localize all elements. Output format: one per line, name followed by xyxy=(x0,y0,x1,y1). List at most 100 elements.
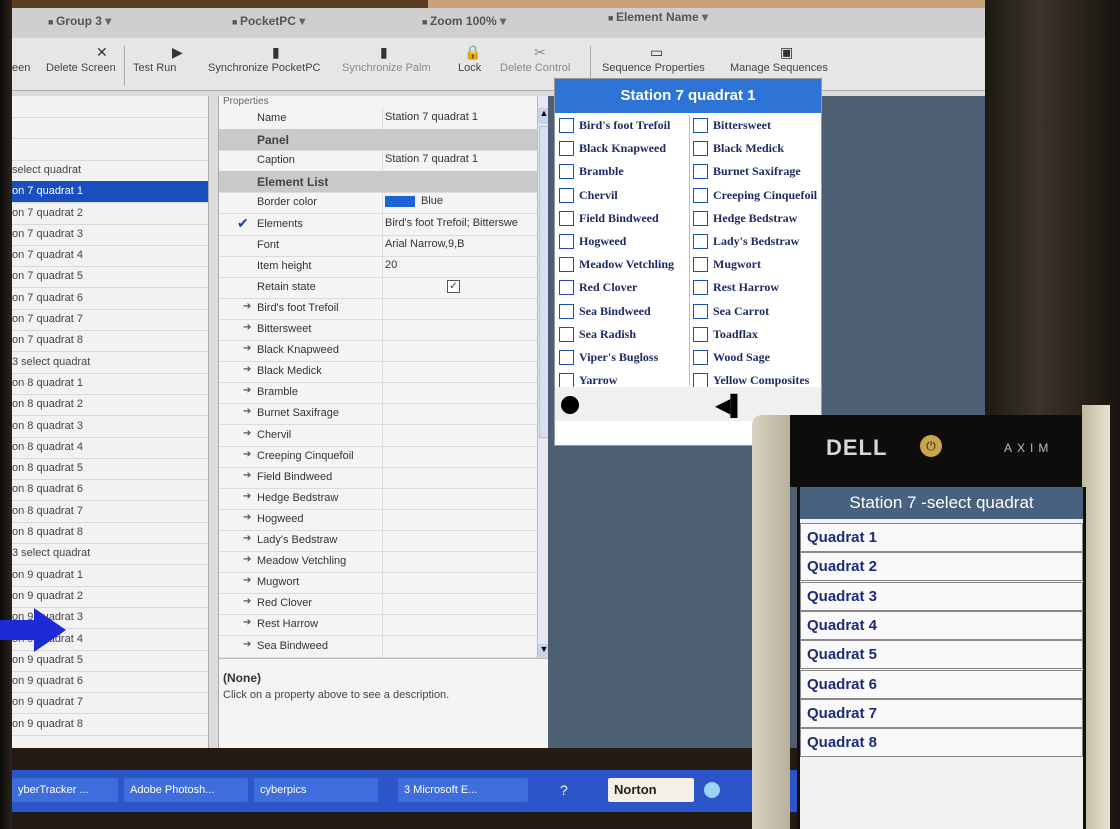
checkbox-box[interactable] xyxy=(693,210,708,226)
screen-list-item[interactable]: on 9 quadrat 5 xyxy=(12,650,208,672)
checkbox-box[interactable] xyxy=(559,280,574,296)
property-value[interactable]: Blue xyxy=(385,195,535,207)
checkbox-box[interactable] xyxy=(559,210,574,226)
quadrat-item[interactable]: Quadrat 6 xyxy=(800,669,1083,699)
screen-list-item[interactable]: on 9 quadrat 2 xyxy=(12,586,208,608)
checkbox-box[interactable] xyxy=(559,350,574,365)
property-value[interactable]: Station 7 quadrat 1 xyxy=(385,111,535,123)
property-value[interactable]: 20 xyxy=(385,259,535,271)
species-checkbox[interactable]: Red Clover xyxy=(559,277,689,299)
property-row[interactable]: ✔ Elements Bird's foot Trefoil; Bitterswe xyxy=(219,213,537,236)
species-checkbox[interactable]: Burnet Saxifrage xyxy=(693,161,823,183)
property-row[interactable]: ➔ Field Bindweed xyxy=(219,466,537,489)
species-checkbox[interactable]: Wood Sage xyxy=(693,347,823,369)
property-row[interactable]: Item height 20 xyxy=(219,255,537,278)
back-icon[interactable]: ◀▌ xyxy=(715,393,745,418)
species-checkbox[interactable]: Black Knapweed xyxy=(559,138,689,160)
property-row[interactable]: ➔ Lady's Bedstraw xyxy=(219,530,537,552)
quadrat-item[interactable]: Quadrat 7 xyxy=(800,698,1083,728)
taskbar-excel[interactable]: 3 Microsoft E... xyxy=(398,778,528,802)
property-row[interactable]: ➔ Chervil xyxy=(219,424,537,447)
screen-list-item[interactable]: on 8 quadrat 3 xyxy=(12,416,208,438)
screen-list-item[interactable]: on 7 quadrat 8 xyxy=(12,330,208,353)
checkbox-box[interactable] xyxy=(693,350,708,365)
element-name-dropdown[interactable]: Element Name xyxy=(608,10,708,24)
property-row[interactable]: ➔ Bittersweet xyxy=(219,319,537,341)
quadrat-item[interactable]: Quadrat 8 xyxy=(800,728,1083,758)
property-row[interactable]: ➔ Sea Bindweed xyxy=(219,635,537,658)
checkbox-box[interactable] xyxy=(693,373,708,389)
species-checkbox[interactable]: Sea Carrot xyxy=(693,301,823,323)
quadrat-item[interactable]: Quadrat 3 xyxy=(800,581,1083,611)
checkbox-box[interactable] xyxy=(559,373,574,389)
species-checkbox[interactable]: Viper's Bugloss xyxy=(559,347,689,369)
species-checkbox[interactable]: Lady's Bedstraw xyxy=(693,231,823,253)
property-category[interactable]: Element List xyxy=(219,171,537,194)
property-row[interactable]: ➔ Bird's foot Trefoil xyxy=(219,297,537,320)
checkbox-box[interactable] xyxy=(559,326,574,342)
species-checkbox[interactable]: Rest Harrow xyxy=(693,277,823,299)
screen-list-item[interactable]: on 7 quadrat 2 xyxy=(12,203,208,225)
checkbox-box[interactable] xyxy=(559,187,574,203)
property-row[interactable]: Name Station 7 quadrat 1 xyxy=(219,108,537,130)
screen-list-item[interactable]: on 7 quadrat 6 xyxy=(12,288,208,310)
power-icon[interactable]: ⏻ xyxy=(920,435,942,457)
tray-icon[interactable] xyxy=(704,782,720,798)
delete-control-button[interactable]: Delete Control xyxy=(500,62,570,74)
property-value[interactable]: ✓ xyxy=(385,279,535,293)
screen-list-item[interactable]: on 8 quadrat 5 xyxy=(12,458,208,481)
checkbox-box[interactable] xyxy=(559,303,574,319)
property-category[interactable]: Panel xyxy=(219,129,537,152)
screen-list-item[interactable]: on 8 quadrat 7 xyxy=(12,501,208,523)
checkbox-box[interactable] xyxy=(559,141,574,157)
checkbox-box[interactable] xyxy=(693,234,708,249)
group-dropdown[interactable]: Group 3 xyxy=(48,14,111,28)
screen-list-item[interactable]: 3 select quadrat xyxy=(12,543,208,566)
taskbar-photoshop[interactable]: Adobe Photosh... xyxy=(124,778,248,802)
screen-list-item[interactable]: on 9 quadrat 6 xyxy=(12,671,208,694)
checkbox-box[interactable] xyxy=(693,326,708,342)
retain-state-checkbox[interactable]: ✓ xyxy=(447,279,460,293)
property-row[interactable]: ➔ Hedge Bedstraw xyxy=(219,487,537,510)
test-run-button[interactable]: Test Run xyxy=(133,62,176,74)
quadrat-item[interactable]: Quadrat 5 xyxy=(800,640,1083,670)
property-row[interactable]: ➔ Bramble xyxy=(219,382,537,405)
property-row[interactable]: Font Arial Narrow,9,B xyxy=(219,234,537,257)
species-checkbox[interactable]: Toadflax xyxy=(693,324,823,346)
screen-list-item[interactable]: on 7 quadrat 5 xyxy=(12,266,208,289)
quadrat-item[interactable]: Quadrat 1 xyxy=(800,523,1083,552)
property-row[interactable]: ➔ Mugwort xyxy=(219,572,537,595)
checkbox-box[interactable] xyxy=(693,164,708,180)
property-row[interactable]: ➔ Black Knapweed xyxy=(219,340,537,363)
checkbox-box[interactable] xyxy=(693,257,708,273)
screen-list-item[interactable]: on 9 quadrat 8 xyxy=(12,714,208,736)
species-checkbox[interactable]: Field Bindweed xyxy=(559,208,689,230)
screen-list-item[interactable] xyxy=(12,139,208,161)
species-checkbox[interactable]: Bird's foot Trefoil xyxy=(559,115,689,137)
property-value[interactable]: Arial Narrow,9,B xyxy=(385,238,535,250)
species-checkbox[interactable]: Sea Bindweed xyxy=(559,301,689,323)
species-checkbox[interactable]: Hogweed xyxy=(559,231,689,253)
checkbox-box[interactable] xyxy=(559,164,574,180)
checkbox-box[interactable] xyxy=(559,257,574,273)
property-row[interactable]: ➔ Hogweed xyxy=(219,508,537,531)
taskbar-norton[interactable]: Norton xyxy=(608,778,694,802)
property-row[interactable]: ➔ Burnet Saxifrage xyxy=(219,403,537,426)
checkbox-box[interactable] xyxy=(559,234,574,249)
screen-list-item[interactable]: on 9 quadrat 7 xyxy=(12,692,208,715)
checkbox-box[interactable] xyxy=(693,303,708,319)
property-value[interactable]: Station 7 quadrat 1 xyxy=(385,153,535,165)
species-checkbox[interactable]: Bittersweet xyxy=(693,115,823,137)
screen-list-item[interactable]: on 7 quadrat 3 xyxy=(12,224,208,246)
delete-screen-button[interactable]: Delete Screen xyxy=(46,62,116,74)
screen-list-item[interactable]: 3 select quadrat xyxy=(12,352,208,374)
checkbox-box[interactable] xyxy=(693,280,708,296)
screen-list-item[interactable]: on 8 quadrat 6 xyxy=(12,479,208,502)
property-row[interactable]: ➔ Rest Harrow xyxy=(219,614,537,637)
taskbar-cybertracker[interactable]: yberTracker ... xyxy=(12,778,118,802)
screen-list-item[interactable] xyxy=(12,96,208,118)
species-checkbox[interactable]: Bramble xyxy=(559,161,689,183)
screen-list-item[interactable]: on 7 quadrat 4 xyxy=(12,245,208,268)
property-row[interactable]: ➔ Meadow Vetchling xyxy=(219,551,537,574)
lock-button[interactable]: Lock xyxy=(458,62,481,74)
